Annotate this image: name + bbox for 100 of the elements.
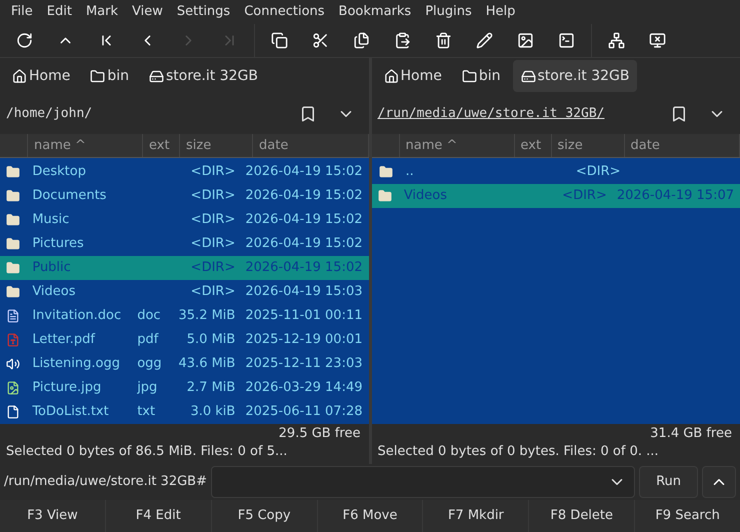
file-date: 2026-04-19 15:02	[244, 187, 364, 206]
selection-status: Selected 0 bytes of 0 bytes. Files: 0 of 0. ...	[378, 444, 659, 459]
file-name: Videos	[31, 283, 77, 302]
file-date: 2026-04-19 15:02	[244, 211, 364, 230]
file-row[interactable]: .. <DIR>	[372, 160, 740, 184]
file-row[interactable]: Pictures <DIR> 2026-04-19 15:02	[0, 232, 368, 256]
text-file-icon	[6, 405, 20, 419]
file-name: Invitation.doc	[31, 307, 122, 326]
file-size: <DIR>	[190, 187, 236, 206]
file-ext: ogg	[136, 355, 163, 374]
file-ext: txt	[136, 403, 156, 422]
menu-item[interactable]: Settings	[170, 2, 238, 22]
location-tab[interactable]: store.it 32GB	[512, 60, 638, 92]
folder-icon	[6, 285, 20, 299]
column-header[interactable]: name ^	[400, 134, 514, 157]
file-size: 43.6 MiB	[178, 355, 236, 374]
path-label: /home/john/	[6, 105, 94, 124]
location-tab[interactable]: bin	[454, 60, 508, 92]
file-date: 2026-04-19 15:03	[244, 283, 364, 302]
file-row[interactable]: ToDoList.txt txt 3.0 kiB 2025-06-11 07:28	[0, 400, 368, 424]
pdf-icon	[6, 333, 20, 347]
file-date: 2025-11-01 00:11	[244, 307, 364, 326]
file-date: 2026-04-19 15:02	[244, 163, 364, 182]
file-row[interactable]: Documents <DIR> 2026-04-19 15:02	[0, 184, 368, 208]
location-tab[interactable]: store.it 32GB	[141, 60, 266, 92]
file-size: 3.0 kiB	[189, 403, 236, 422]
column-header[interactable]: size	[552, 134, 624, 157]
bookmark-icon[interactable]	[670, 105, 688, 123]
free-space-label: 31.4 GB free	[650, 425, 732, 442]
file-name: Videos	[402, 187, 448, 206]
column-header[interactable]: date	[624, 134, 740, 157]
file-name: ..	[404, 163, 415, 182]
location-tab[interactable]: Home	[4, 60, 78, 92]
file-size: <DIR>	[190, 211, 236, 230]
column-header[interactable]: size	[180, 134, 253, 157]
file-ext: jpg	[136, 379, 158, 398]
folder-icon	[462, 68, 477, 84]
file-row[interactable]: Desktop <DIR> 2026-04-19 15:02	[0, 160, 368, 184]
file-date: 2025-12-19 00:01	[244, 331, 364, 350]
file-size: 35.2 MiB	[178, 307, 236, 326]
menu-item[interactable]: Plugins	[418, 2, 479, 22]
file-date: 2026-04-19 15:02	[244, 235, 364, 254]
column-header[interactable]: ext	[514, 134, 552, 157]
drive-icon	[149, 68, 164, 84]
file-date: 2025-12-11 23:03	[244, 355, 364, 374]
file-row[interactable]: Picture.jpg jpg 2.7 MiB 2026-03-29 14:49	[0, 376, 368, 400]
column-header[interactable]: name ^	[28, 134, 143, 157]
menu-item[interactable]: Edit	[40, 2, 79, 22]
file-row[interactable]: Videos <DIR> 2026-04-19 15:03	[0, 280, 368, 304]
folder-icon	[6, 261, 20, 275]
location-tab[interactable]: bin	[82, 60, 137, 92]
home-icon	[12, 68, 27, 84]
folder-icon	[378, 165, 392, 179]
menu-item[interactable]: Help	[478, 2, 522, 22]
file-row[interactable]: Listening.ogg ogg 43.6 MiB 2025-12-11 23:03	[0, 352, 368, 376]
file-name: Documents	[31, 187, 108, 206]
file-name: Listening.ogg	[31, 355, 121, 374]
file-name: Desktop	[31, 163, 87, 182]
file-size: 5.0 MiB	[186, 331, 236, 350]
image-icon	[6, 381, 20, 395]
file-name: Letter.pdf	[31, 331, 96, 350]
folder-icon	[378, 189, 392, 203]
file-date: 2025-06-11 07:28	[244, 403, 364, 422]
file-size: <DIR>	[574, 163, 622, 182]
file-row[interactable]: Invitation.doc doc 35.2 MiB 2025-11-01 00:11	[0, 304, 368, 328]
file-name: Pictures	[31, 235, 85, 254]
folder-icon	[6, 189, 20, 203]
file-date: 2026-04-19 15:02	[244, 259, 364, 278]
file-size: <DIR>	[190, 283, 236, 302]
file-ext: pdf	[136, 331, 160, 350]
file-row[interactable]: Music <DIR> 2026-04-19 15:02	[0, 208, 368, 232]
speaker-icon	[6, 357, 20, 371]
menu-item[interactable]: View	[125, 2, 170, 22]
menu-item[interactable]: Bookmarks	[332, 2, 418, 22]
command-input[interactable]	[211, 466, 636, 498]
file-size: <DIR>	[190, 235, 236, 254]
drive-icon	[520, 68, 536, 84]
folder-icon	[6, 237, 20, 251]
file-date: 2026-04-19 15:07	[616, 187, 735, 206]
file-name: ToDoList.txt	[31, 403, 110, 422]
file-size: <DIR>	[190, 259, 236, 278]
menu-item[interactable]: Mark	[78, 2, 126, 22]
menu-item[interactable]: File	[4, 2, 40, 22]
path-label: /run/media/uwe/store.it 32GB/	[378, 105, 606, 124]
file-row[interactable]: Letter.pdf pdf 5.0 MiB 2025-12-19 00:01	[0, 328, 368, 352]
column-header[interactable]: ext	[143, 134, 180, 157]
selection-status: Selected 0 bytes of 86.5 MiB. Files: 0 of 5...	[6, 444, 288, 459]
file-size: <DIR>	[561, 187, 608, 206]
file-size: <DIR>	[190, 163, 236, 182]
run-button[interactable]: Run	[639, 466, 698, 498]
document-icon	[6, 309, 20, 323]
folder-icon	[6, 213, 20, 227]
file-date: 2026-03-29 14:49	[244, 379, 364, 398]
file-name: Music	[31, 211, 70, 230]
free-space-label: 29.5 GB free	[278, 425, 360, 442]
file-size: 2.7 MiB	[186, 379, 236, 398]
home-icon	[384, 68, 398, 84]
menu-item[interactable]: Connections	[237, 2, 332, 22]
location-tab[interactable]: Home	[376, 60, 450, 92]
folder-icon	[6, 165, 20, 179]
